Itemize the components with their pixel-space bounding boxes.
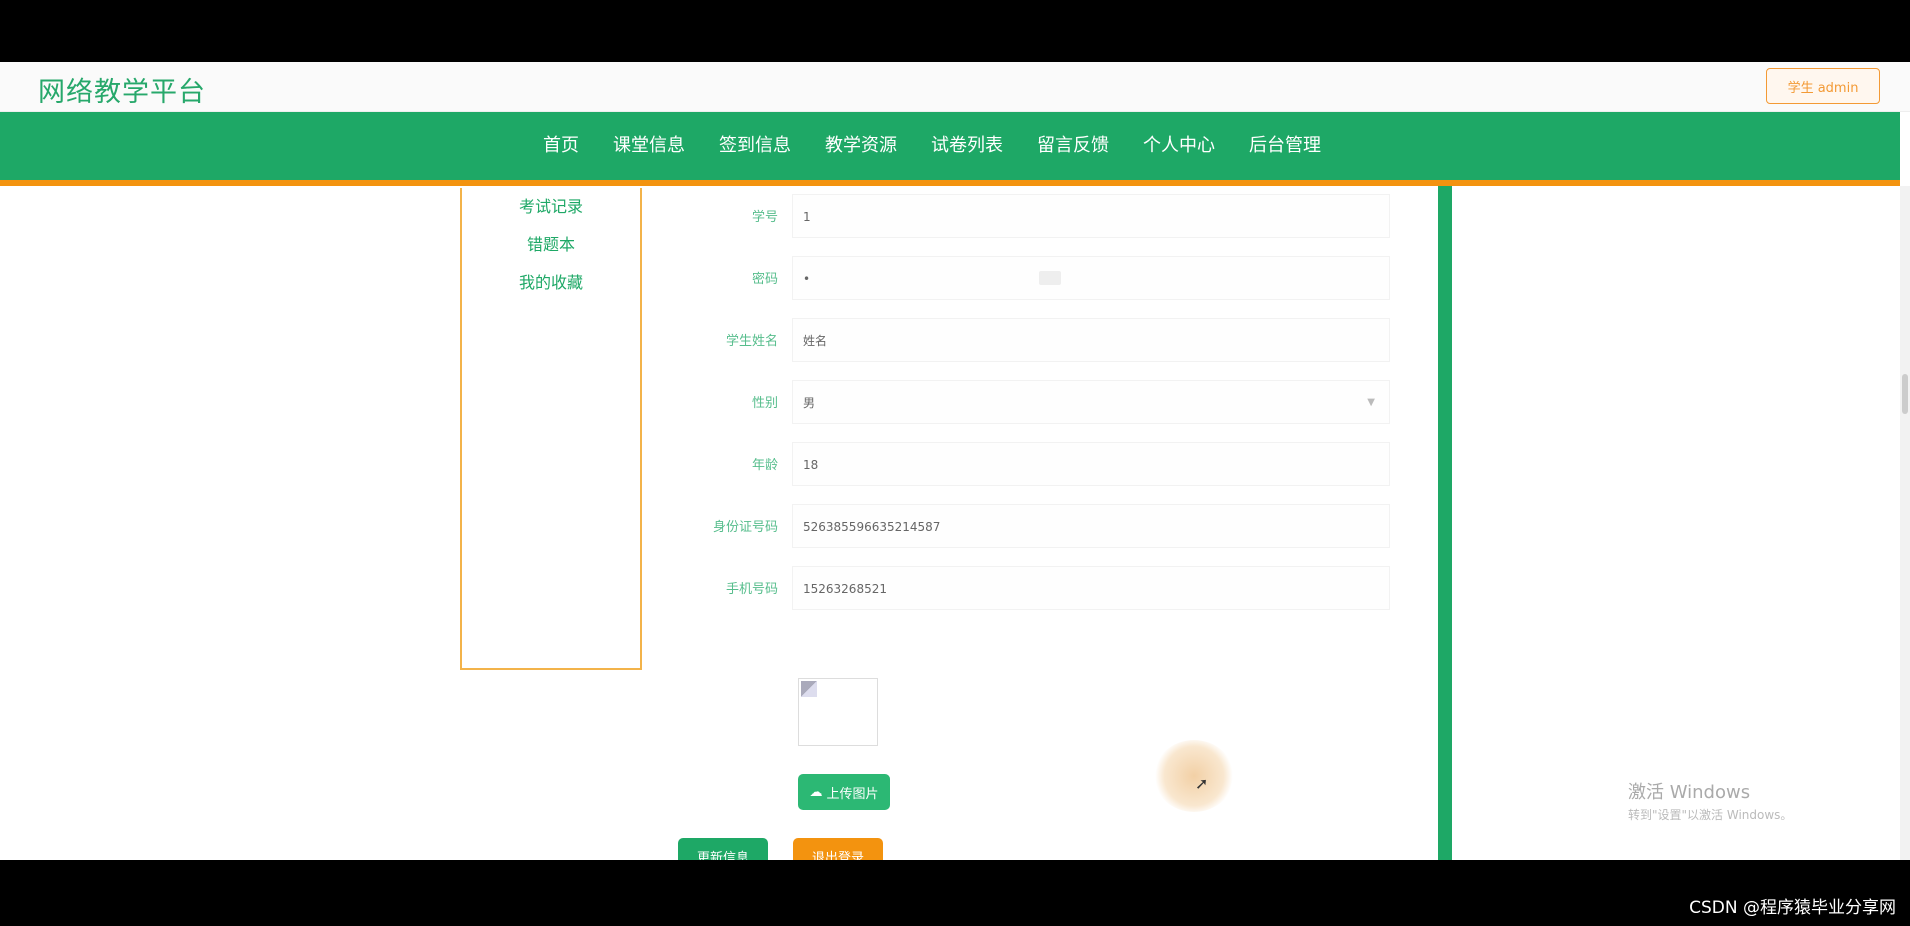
- video-frame: 网络教学平台 学生 admin 首页 课堂信息 签到信息 教学资源 试卷列表 留…: [0, 0, 1910, 926]
- top-bar: 网络教学平台 学生 admin: [0, 62, 1910, 112]
- profile-form: 学号 1 密码 • 学生姓名 姓名 性别 男 ▼ 年龄 18 身份证号码 526…: [690, 192, 1400, 626]
- nav-item-teaching-resources[interactable]: 教学资源: [808, 112, 914, 180]
- show-password-icon[interactable]: [1039, 271, 1061, 285]
- user-badge[interactable]: 学生 admin: [1766, 68, 1880, 104]
- csdn-credit: CSDN @程序猿毕业分享网: [1689, 898, 1896, 918]
- form-row-password: 密码 •: [690, 254, 1400, 316]
- label-age: 年龄: [751, 458, 778, 473]
- id-card-value: 526385596635214587: [803, 520, 941, 534]
- age-input[interactable]: 18: [792, 442, 1390, 486]
- nav-item-class-info[interactable]: 课堂信息: [596, 112, 702, 180]
- side-item-favorites[interactable]: 我的收藏: [462, 264, 640, 302]
- scrollbar-thumb[interactable]: [1902, 374, 1908, 414]
- avatar-preview: [798, 678, 878, 746]
- form-row-gender: 性别 男 ▼: [690, 378, 1400, 440]
- nav-item-feedback[interactable]: 留言反馈: [1020, 112, 1126, 180]
- label-student-name: 学生姓名: [725, 334, 778, 349]
- gender-select[interactable]: 男 ▼: [792, 380, 1390, 424]
- windows-activation-watermark: 激活 Windows 转到"设置"以激活 Windows。: [1628, 782, 1792, 826]
- password-value: •: [803, 272, 811, 286]
- form-row-phone: 手机号码 15263268521: [690, 564, 1400, 626]
- page-scrollbar[interactable]: [1900, 186, 1910, 860]
- label-id-card: 身份证号码: [712, 520, 778, 535]
- chevron-down-icon: ▼: [1367, 397, 1375, 408]
- form-row-age: 年龄 18: [690, 440, 1400, 502]
- update-info-button[interactable]: 更新信息: [678, 838, 768, 860]
- side-menu: 考试记录 错题本 我的收藏: [460, 188, 642, 670]
- phone-value: 15263268521: [803, 582, 887, 596]
- cloud-upload-icon: ☁: [809, 784, 823, 799]
- upload-image-label: 上传图片: [826, 785, 879, 801]
- site-brand[interactable]: 网络教学平台: [38, 70, 206, 109]
- cursor-highlight: [1154, 740, 1234, 812]
- form-row-id-card: 身份证号码 526385596635214587: [690, 502, 1400, 564]
- broken-image-icon: [801, 681, 817, 697]
- mouse-cursor-icon: ➚: [1195, 774, 1209, 793]
- form-row-student-name: 学生姓名 姓名: [690, 316, 1400, 378]
- nav-item-exam-list[interactable]: 试卷列表: [914, 112, 1020, 180]
- form-row-student-id: 学号 1: [690, 192, 1400, 254]
- gender-value: 男: [803, 396, 816, 410]
- main-nav: 首页 课堂信息 签到信息 教学资源 试卷列表 留言反馈 个人中心 后台管理: [0, 112, 1900, 186]
- label-password: 密码: [751, 272, 778, 287]
- label-gender: 性别: [751, 396, 778, 411]
- nav-item-home[interactable]: 首页: [526, 112, 596, 180]
- side-item-wrong-questions[interactable]: 错题本: [462, 226, 640, 264]
- label-phone: 手机号码: [725, 582, 778, 597]
- nav-item-personal-center[interactable]: 个人中心: [1126, 112, 1232, 180]
- watermark-subtitle: 转到"设置"以激活 Windows。: [1628, 808, 1793, 822]
- nav-item-checkin-info[interactable]: 签到信息: [702, 112, 808, 180]
- password-input[interactable]: •: [792, 256, 1390, 300]
- update-info-label: 更新信息: [696, 849, 749, 861]
- phone-input[interactable]: 15263268521: [792, 566, 1390, 610]
- id-card-input[interactable]: 526385596635214587: [792, 504, 1390, 548]
- upload-image-button[interactable]: ☁ 上传图片: [798, 774, 890, 810]
- nav-list: 首页 课堂信息 签到信息 教学资源 试卷列表 留言反馈 个人中心 后台管理: [526, 112, 1338, 180]
- content-divider: [1438, 186, 1452, 860]
- side-item-exam-records[interactable]: 考试记录: [462, 188, 640, 226]
- logout-button[interactable]: 退出登录: [793, 838, 883, 860]
- label-student-id: 学号: [751, 210, 778, 225]
- logout-label: 退出登录: [811, 849, 864, 861]
- user-badge-label: 学生 admin: [1787, 80, 1859, 96]
- student-name-value: 姓名: [803, 334, 828, 348]
- student-name-input[interactable]: 姓名: [792, 318, 1390, 362]
- browser-page: 网络教学平台 学生 admin 首页 课堂信息 签到信息 教学资源 试卷列表 留…: [0, 62, 1910, 860]
- student-id-input[interactable]: 1: [792, 194, 1390, 238]
- nav-item-admin[interactable]: 后台管理: [1232, 112, 1338, 180]
- student-id-value: 1: [803, 210, 811, 224]
- age-value: 18: [803, 458, 819, 472]
- watermark-title: 激活 Windows: [1628, 782, 1751, 803]
